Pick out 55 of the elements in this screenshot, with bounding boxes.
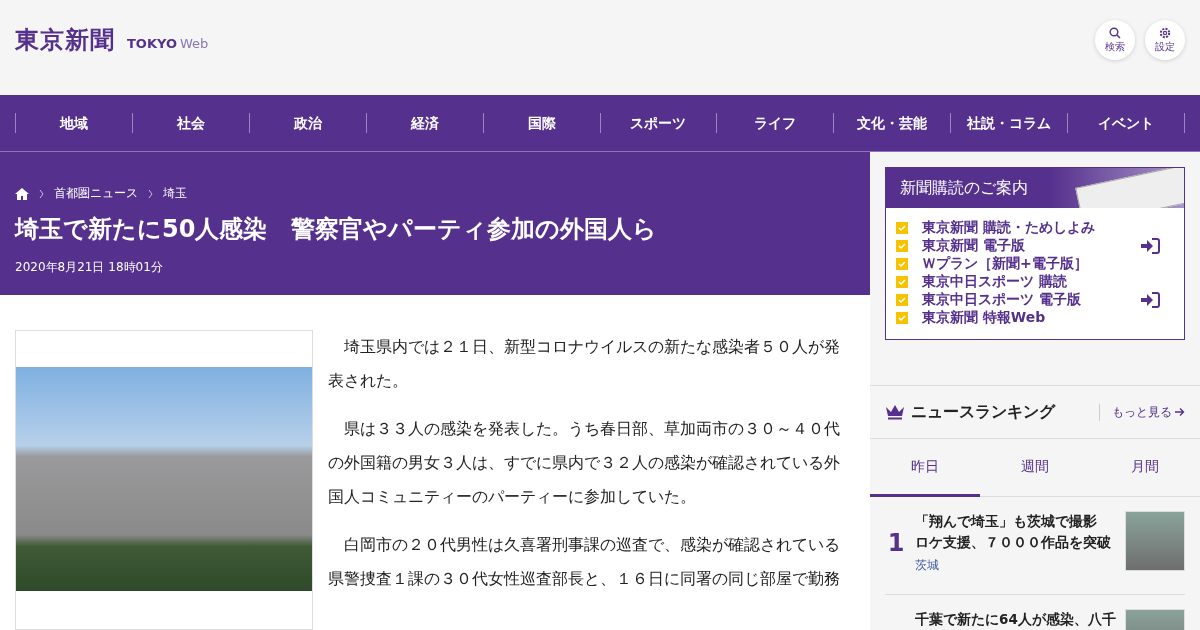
logo-text[interactable]: 東京新聞 bbox=[15, 24, 115, 56]
search-button[interactable]: 検索 bbox=[1095, 20, 1135, 60]
settings-icon bbox=[1159, 26, 1171, 39]
panel-title: 新聞購読のご案内 bbox=[900, 177, 1028, 199]
article-paragraph: 埼玉県内では２１日、新型コロナウイルスの新たな感染者５０人が発表された。 bbox=[328, 336, 841, 392]
logo-subtitle: Web bbox=[180, 36, 209, 51]
subscription-link[interactable]: 東京新聞 電子版 bbox=[922, 237, 1126, 255]
subscription-link[interactable]: 東京新聞 購読・ためしよみ bbox=[922, 219, 1160, 237]
article-date: 2020年8月21日 18時01分 bbox=[15, 259, 164, 277]
nav-link[interactable]: スポーツ bbox=[599, 113, 717, 133]
crown-icon bbox=[885, 404, 905, 420]
nav-link[interactable]: 文化・芸能 bbox=[833, 113, 951, 133]
rank-number: 1 bbox=[887, 528, 905, 557]
nav-link[interactable]: 国際 bbox=[482, 113, 600, 133]
breadcrumb-link[interactable]: 埼玉 bbox=[163, 185, 187, 202]
login-icon[interactable] bbox=[1140, 238, 1160, 254]
thumbnail-placeholder bbox=[1125, 511, 1185, 571]
check-icon bbox=[896, 240, 908, 252]
nav-link[interactable]: 経済 bbox=[365, 113, 483, 133]
check-icon bbox=[896, 222, 908, 234]
article-title: 埼玉で新たに50人感染 警察官やパーティ参加の外国人ら bbox=[15, 214, 659, 245]
nav-link[interactable]: イベント bbox=[1067, 113, 1186, 133]
nav-link[interactable]: ライフ bbox=[716, 113, 834, 133]
section-title: ニュースランキング bbox=[911, 401, 1057, 423]
chevron-icon bbox=[148, 188, 153, 199]
ranking-tab[interactable]: 月間 bbox=[1090, 439, 1200, 497]
check-icon bbox=[896, 258, 908, 270]
ranking-article-link[interactable]: ロケ支援、７０００作品を突破 bbox=[915, 532, 1111, 553]
breadcrumb-link[interactable]: 首都圏ニュース bbox=[54, 185, 138, 202]
chevron-icon bbox=[39, 188, 44, 199]
subscription-link[interactable]: Ｗプラン［新聞+電子版］ bbox=[922, 255, 1160, 273]
settings-button[interactable]: 設定 bbox=[1145, 20, 1185, 60]
ranking-tab[interactable]: 昨日 bbox=[870, 439, 980, 497]
check-icon bbox=[896, 312, 908, 324]
check-icon bbox=[896, 276, 908, 288]
nav-link[interactable]: 地域 bbox=[15, 113, 132, 133]
login-icon[interactable] bbox=[1140, 292, 1160, 308]
arrow-icon bbox=[1175, 407, 1185, 417]
nav-link[interactable]: 社説・コラム bbox=[950, 113, 1068, 133]
category-link[interactable]: 茨城 bbox=[915, 557, 939, 574]
ranking-article-link[interactable]: 千葉で新たに64人が感染、八千 bbox=[915, 609, 1116, 630]
nav-link[interactable]: 社会 bbox=[131, 113, 249, 133]
home-icon[interactable] bbox=[15, 187, 29, 200]
article-paragraph: 県は３３人の感染を発表した。うち春日部、草加両市の３０～４０代の外国籍の男女３人は、すでに県内で３２人の感染が確認されている外国人コミュニティーのパーティーに参加していた。 bbox=[328, 418, 841, 508]
ranking-tab[interactable]: 週間 bbox=[980, 439, 1090, 497]
subscription-link[interactable]: 東京中日スポーツ 電子版 bbox=[922, 291, 1126, 309]
logo-subtitle: TOKYO bbox=[127, 36, 177, 51]
more-link[interactable]: もっと見る bbox=[1099, 403, 1185, 421]
article-paragraph: 白岡市の２０代男性は久喜署刑事課の巡査で、感染が確認されている県警捜査１課の３０代女性巡査部長と、１６日に同署の同じ部屋で勤務 bbox=[328, 534, 841, 590]
nav-link[interactable]: 政治 bbox=[248, 113, 366, 133]
check-icon bbox=[896, 294, 908, 306]
ranking-article-link[interactable]: 「翔んで埼玉」も茨城で撮影 bbox=[915, 511, 1097, 532]
subscription-link[interactable]: 東京新聞 特報Web bbox=[922, 309, 1160, 327]
subscription-link[interactable]: 東京中日スポーツ 購読 bbox=[922, 273, 1160, 291]
search-icon bbox=[1109, 26, 1121, 39]
